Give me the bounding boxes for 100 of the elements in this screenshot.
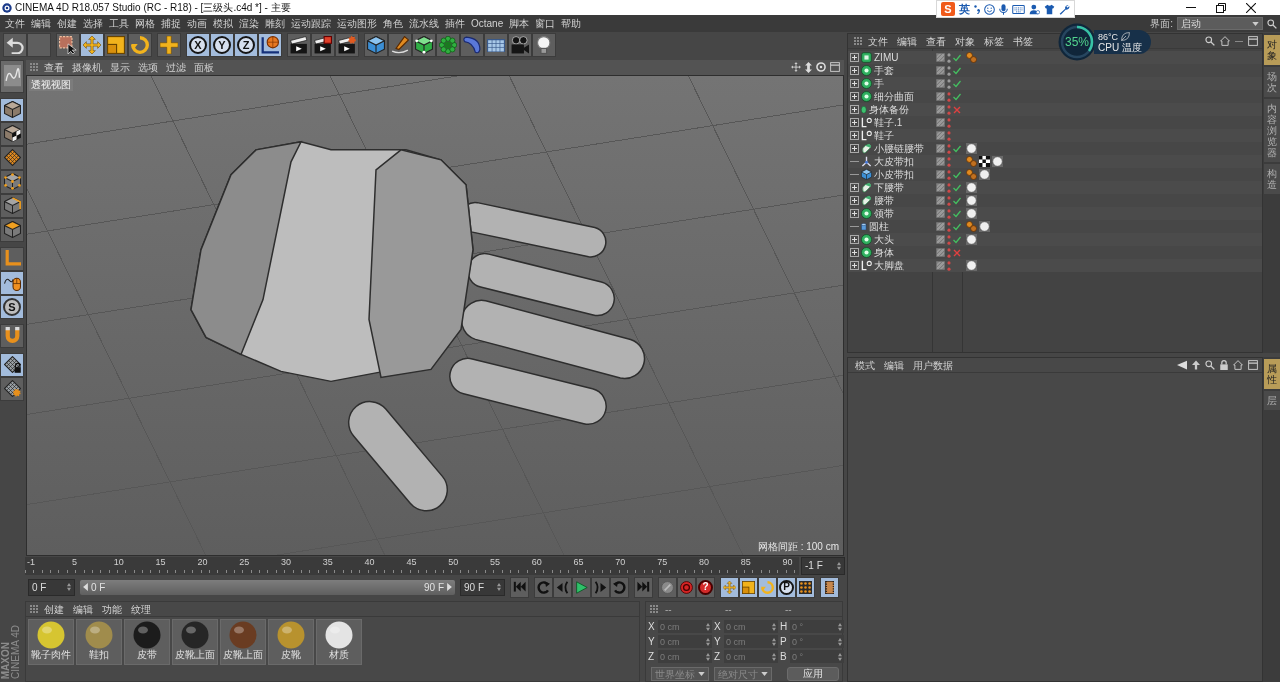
menu-item[interactable]: 查看 [42, 60, 66, 74]
model-button[interactable] [0, 97, 24, 122]
up-arrow-icon[interactable] [1192, 360, 1200, 370]
object-row[interactable]: 圆柱 [848, 220, 1262, 233]
phong-tag-icon[interactable] [966, 156, 977, 167]
next-key-button[interactable] [610, 576, 629, 598]
object-row[interactable]: 手套 [848, 64, 1262, 77]
material-tag-icon[interactable] [966, 234, 977, 245]
menu-item[interactable]: 动画 [184, 17, 210, 30]
frame-range-scrollbar[interactable]: 0 F 90 F [80, 579, 455, 595]
expand-icon[interactable] [850, 66, 859, 75]
points-button[interactable] [0, 169, 24, 194]
visibility-dots-icon[interactable] [947, 65, 951, 76]
back-arrow-icon[interactable] [1177, 360, 1187, 370]
layer-swatch-icon[interactable] [936, 53, 945, 62]
menu-item[interactable]: 窗口 [532, 17, 559, 30]
menu-item[interactable]: 显示 [108, 60, 132, 74]
object-row[interactable]: 大皮带扣 [848, 155, 1262, 168]
key-rotate-button[interactable] [758, 576, 777, 598]
menu-item[interactable]: 选择 [80, 17, 106, 30]
move-button[interactable] [80, 33, 104, 58]
cube-button[interactable] [364, 33, 388, 58]
object-row[interactable]: 身体 [848, 246, 1262, 259]
workplane-lock-button[interactable] [0, 352, 24, 377]
workplane-button[interactable] [0, 376, 24, 401]
visibility-dots-icon[interactable] [947, 91, 951, 102]
visibility-dots-icon[interactable] [947, 260, 951, 271]
object-row[interactable]: 领带 [848, 207, 1262, 220]
menu-item[interactable]: 模拟 [210, 17, 236, 30]
checker-tag-icon[interactable] [979, 156, 990, 167]
layer-swatch-icon[interactable] [936, 157, 945, 166]
tweak-button[interactable] [0, 270, 24, 295]
expand-icon[interactable] [850, 118, 859, 127]
menu-item[interactable]: 用户数据 [910, 358, 956, 372]
world-button[interactable] [258, 33, 282, 58]
menu-item[interactable]: 脚本 [506, 17, 533, 30]
phong-tag-icon[interactable] [966, 52, 977, 63]
snap-button[interactable]: S [0, 294, 24, 319]
edges-button[interactable] [0, 193, 24, 218]
person-icon[interactable] [1029, 3, 1040, 15]
layer-swatch-icon[interactable] [936, 196, 945, 205]
move-view-icon[interactable] [791, 62, 801, 73]
object-row[interactable]: 下腰带 [848, 181, 1262, 194]
menu-item[interactable]: 雕刻 [262, 17, 288, 30]
layer-swatch-icon[interactable] [936, 105, 945, 114]
polygons-button[interactable] [0, 217, 24, 242]
axis-button[interactable]: Y [210, 33, 234, 58]
start-frame-field[interactable]: 0 F [28, 578, 75, 596]
expand-icon[interactable] [850, 248, 859, 257]
layer-swatch-icon[interactable] [936, 248, 945, 257]
material-tile[interactable]: 鞋扣 [76, 619, 122, 665]
search-icon[interactable] [1267, 18, 1277, 29]
record-button[interactable] [658, 576, 677, 598]
material-tag-icon[interactable] [979, 221, 990, 232]
go-end-button[interactable] [634, 576, 653, 598]
layer-swatch-icon[interactable] [936, 222, 945, 231]
input-mode-toggle[interactable]: 英 [959, 2, 970, 16]
material-tile[interactable]: 材质 [316, 619, 362, 665]
side-tab[interactable]: 属性 [1263, 359, 1280, 389]
menu-item[interactable]: 插件 [442, 17, 468, 30]
select-button[interactable] [56, 33, 80, 58]
menu-item[interactable]: 帮助 [558, 17, 585, 30]
object-row[interactable]: 大脚盘 [848, 259, 1262, 272]
menu-item[interactable]: 角色 [380, 17, 406, 30]
search-icon[interactable] [1205, 36, 1215, 46]
material-tag-icon[interactable] [966, 182, 977, 193]
menu-item[interactable]: 选项 [136, 60, 160, 74]
check-icon[interactable] [953, 196, 961, 205]
visibility-dots-icon[interactable] [947, 156, 951, 167]
visibility-dots-icon[interactable] [947, 247, 951, 258]
layout-dropdown[interactable]: 启动 [1177, 17, 1263, 30]
menu-item[interactable]: 流水线 [406, 17, 442, 30]
key-selection-button[interactable]: ? [696, 576, 715, 598]
side-tab[interactable]: 内容浏览器 [1263, 99, 1280, 162]
subdivision-button[interactable] [412, 33, 436, 58]
auto-key-button[interactable] [677, 576, 696, 598]
check-icon[interactable] [953, 170, 961, 179]
visibility-dots-icon[interactable] [947, 78, 951, 89]
axis-mode-button[interactable] [0, 246, 24, 271]
menu-item[interactable]: 网格 [132, 17, 158, 30]
menu-item[interactable]: 捕捉 [158, 17, 184, 30]
menu-item[interactable]: 文件 [2, 17, 28, 30]
timeline-ruler[interactable]: -1 5 10 15 20 25 30 35 40 45 50 55 60 65 70 75 80 85 90 [25, 556, 799, 576]
keyboard-icon[interactable] [1012, 4, 1025, 14]
menu-item[interactable]: 书签 [1010, 34, 1036, 48]
scale-button[interactable] [104, 33, 128, 58]
add-button[interactable] [157, 33, 181, 58]
menu-item[interactable]: 纹理 [128, 602, 154, 616]
visibility-dots-icon[interactable] [947, 117, 951, 128]
side-tab[interactable]: 层 [1263, 391, 1280, 410]
wrench-icon[interactable] [1059, 3, 1070, 15]
material-tag-icon[interactable] [966, 208, 977, 219]
menu-item[interactable]: 模式 [852, 358, 878, 372]
axis-button[interactable]: Z [234, 33, 258, 58]
material-tile[interactable]: 皮带 [124, 619, 170, 665]
camera-button[interactable] [508, 33, 532, 58]
microphone-icon[interactable] [999, 3, 1008, 15]
layer-swatch-icon[interactable] [936, 118, 945, 127]
phong-tag-icon[interactable] [966, 221, 977, 232]
side-tab[interactable]: 构造 [1263, 164, 1280, 194]
